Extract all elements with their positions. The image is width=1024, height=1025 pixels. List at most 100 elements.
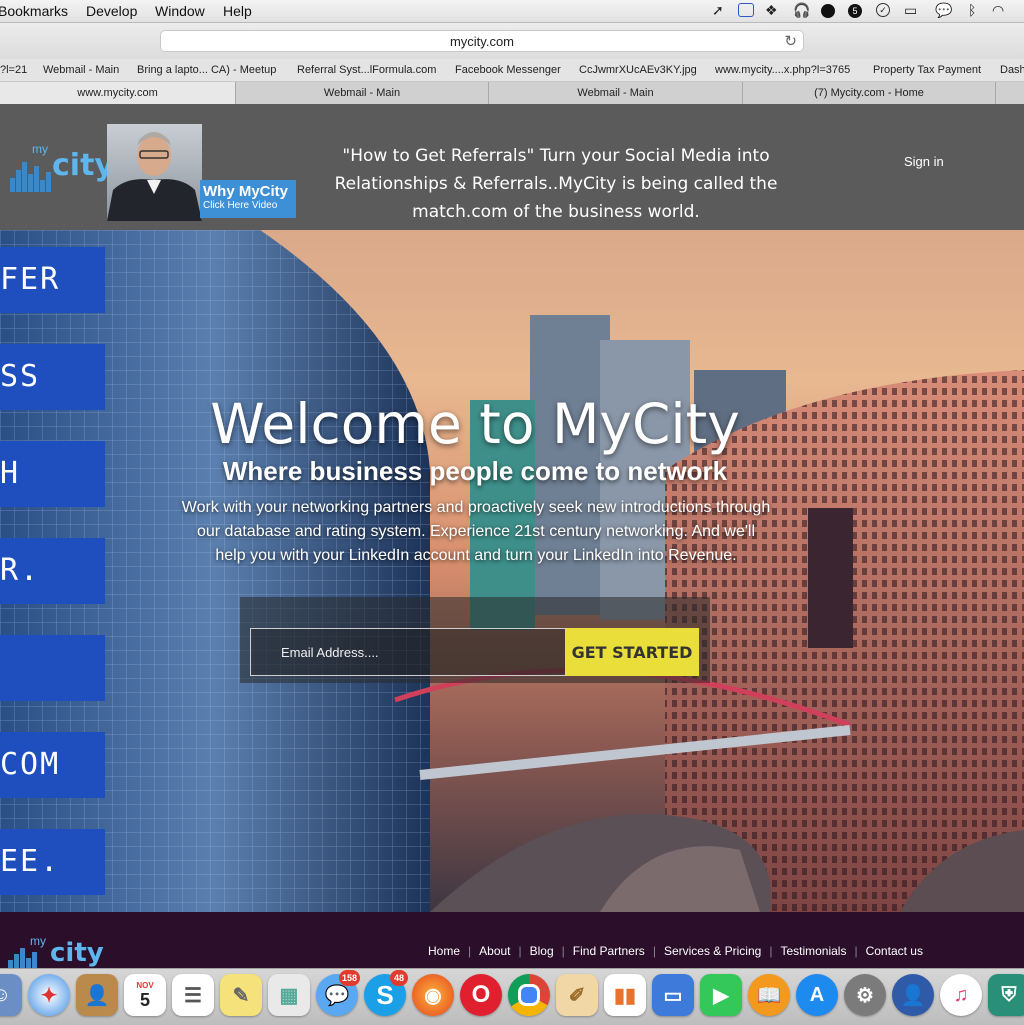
tab-webmail-2[interactable]: Webmail - Main xyxy=(489,82,743,104)
side-tab[interactable] xyxy=(0,635,105,701)
nav-separator: | xyxy=(518,944,522,958)
side-tab[interactable]: COM xyxy=(0,732,105,798)
logo-city-text: city xyxy=(52,148,114,183)
hero-section: FER SS H R. COM EE. Welcome to MyCity Wh… xyxy=(0,230,1024,912)
dock: ☺ ✦ 👤 NOV 5 ☰ ✎ ▦ 💬 158 S 48 ◉ O ✐ ▮▮ ▭ ▶ 📖… xyxy=(0,968,1024,1025)
side-tab[interactable]: FER xyxy=(0,247,105,313)
why-mycity-video-button[interactable]: Why MyCity Click Here Video xyxy=(200,180,296,218)
favorite-link[interactable]: Referral Syst...lFormula.com xyxy=(297,64,436,76)
click-here-video-label: Click Here Video xyxy=(203,200,278,211)
vpn-icon[interactable] xyxy=(738,3,754,17)
menu-bar: Bookmarks Develop Window Help ➚ ❖ 🎧 5 ✓ … xyxy=(0,0,1024,23)
calendar-icon[interactable]: NOV 5 xyxy=(124,974,166,1016)
nav-separator: | xyxy=(854,944,858,958)
skyline-icon xyxy=(8,948,54,970)
favorite-link[interactable]: www.mycity....x.php?l=3765 xyxy=(715,64,850,76)
message-icon[interactable]: 💬 xyxy=(935,2,952,19)
footer-link-about[interactable]: About xyxy=(479,944,510,958)
favorite-link[interactable]: Property Tax Payment xyxy=(873,64,981,76)
calendar-month: NOV xyxy=(136,980,154,990)
menu-window[interactable]: Window xyxy=(155,3,205,19)
vpn-shield-icon[interactable]: ⛨ xyxy=(988,974,1024,1016)
reminders-icon[interactable]: ☰ xyxy=(172,974,214,1016)
finder-icon[interactable]: ☺ xyxy=(0,974,22,1016)
sign-in-link[interactable]: Sign in xyxy=(904,154,944,169)
presenter-photo[interactable] xyxy=(107,124,202,221)
footer-link-home[interactable]: Home xyxy=(428,944,460,958)
contacts-icon[interactable]: 👤 xyxy=(76,974,118,1016)
chrome-icon[interactable] xyxy=(508,974,550,1016)
photos-slideshow-icon[interactable]: ▦ xyxy=(268,974,310,1016)
tab-mycity[interactable]: www.mycity.com xyxy=(0,82,236,104)
nav-separator: | xyxy=(468,944,472,958)
footer-link-blog[interactable]: Blog xyxy=(530,944,554,958)
firefox-icon[interactable]: ◉ xyxy=(412,974,454,1016)
notes-icon[interactable]: ✎ xyxy=(220,974,262,1016)
footer-link-contact[interactable]: Contact us xyxy=(866,944,923,958)
hero-subtitle: Where business people come to network xyxy=(222,456,728,486)
favorites-bar: ?l=21 Webmail - Main Bring a lapto... CA… xyxy=(0,59,1024,82)
email-input[interactable] xyxy=(250,628,566,676)
logo-city-text: city xyxy=(50,938,104,968)
cursor-icon[interactable]: ➚ xyxy=(712,2,724,19)
dots-icon[interactable] xyxy=(821,4,835,18)
system-preferences-icon[interactable]: ⚙ xyxy=(844,974,886,1016)
footer-link-find-partners[interactable]: Find Partners xyxy=(573,944,645,958)
footer-mycity-logo[interactable]: my city xyxy=(8,934,108,970)
preview-icon[interactable]: ✐ xyxy=(556,974,598,1016)
shield-5-icon[interactable]: 5 xyxy=(848,4,862,18)
ibooks-icon[interactable]: 📖 xyxy=(748,974,790,1016)
wifi-icon[interactable]: ◠ xyxy=(992,2,1004,19)
app-store-icon[interactable]: A xyxy=(796,974,838,1016)
tab-webmail-1[interactable]: Webmail - Main xyxy=(236,82,489,104)
check-icon[interactable]: ✓ xyxy=(876,3,890,17)
address-bar[interactable]: mycity.com ↻ xyxy=(160,30,804,52)
favorite-link[interactable]: Bring a lapto... CA) - Meetup xyxy=(137,64,276,76)
menu-bookmarks[interactable]: Bookmarks xyxy=(0,3,68,19)
hero-title: Welcome to MyCity xyxy=(210,392,740,456)
address-url: mycity.com xyxy=(449,34,515,49)
site-header: my city Why MyCity Click Here Video "How… xyxy=(0,104,1024,230)
numbers-icon[interactable]: ▮▮ xyxy=(604,974,646,1016)
skype-icon[interactable]: S 48 xyxy=(364,970,408,1016)
dropbox-icon[interactable]: ❖ xyxy=(765,2,778,19)
nav-separator: | xyxy=(561,944,565,958)
footer-link-services-pricing[interactable]: Services & Pricing xyxy=(664,944,761,958)
facetime-icon[interactable]: ▶ xyxy=(700,974,742,1016)
header-headline: "How to Get Referrals" Turn your Social … xyxy=(334,146,778,222)
messages-icon[interactable]: 💬 158 xyxy=(316,970,360,1016)
skype-badge: 48 xyxy=(390,970,408,986)
opera-icon[interactable]: O xyxy=(460,974,502,1016)
favorite-link[interactable]: CcJwmrXUcAEv3KY.jpg xyxy=(579,64,697,76)
headphones-icon[interactable]: 🎧 xyxy=(793,2,810,19)
mycity-logo[interactable]: my city xyxy=(10,142,114,196)
footer-nav: Home | About | Blog | Find Partners | Services &… xyxy=(428,944,923,958)
logo-my-text: my xyxy=(32,142,48,156)
favorite-link[interactable]: Dash xyxy=(1000,64,1024,76)
itunes-icon[interactable]: ♫ xyxy=(940,974,982,1016)
menu-develop[interactable]: Develop xyxy=(86,3,137,19)
messages-badge: 158 xyxy=(338,970,360,986)
safari-icon[interactable]: ✦ xyxy=(28,974,70,1016)
site-footer: my city Home | About | Blog | Find Partners | Se… xyxy=(0,912,1024,970)
get-started-button[interactable]: GET STARTED xyxy=(565,628,699,676)
bluetooth-icon[interactable]: ᛒ xyxy=(968,2,976,18)
favorite-link[interactable]: Webmail - Main xyxy=(43,64,119,76)
side-tab[interactable]: EE. xyxy=(0,829,105,895)
side-tab[interactable]: R. xyxy=(0,538,105,604)
favorite-link[interactable]: ?l=21 xyxy=(0,64,27,76)
tab-bar: www.mycity.com Webmail - Main Webmail - … xyxy=(0,82,1024,105)
reload-icon[interactable]: ↻ xyxy=(784,32,797,50)
favorite-link[interactable]: Facebook Messenger xyxy=(455,64,561,76)
nav-separator: | xyxy=(652,944,656,958)
keynote-icon[interactable]: ▭ xyxy=(652,974,694,1016)
city-background-image xyxy=(0,230,1024,912)
contacts-app-icon[interactable]: 👤 xyxy=(892,974,934,1016)
browser-toolbar: mycity.com ↻ xyxy=(0,23,1024,59)
nav-separator: | xyxy=(769,944,773,958)
tab-mycity-home[interactable]: (7) Mycity.com - Home xyxy=(743,82,996,104)
skyline-icon xyxy=(10,162,56,192)
menu-help[interactable]: Help xyxy=(223,3,252,19)
airplay-icon[interactable]: ▭ xyxy=(904,2,917,19)
footer-link-testimonials[interactable]: Testimonials xyxy=(780,944,846,958)
